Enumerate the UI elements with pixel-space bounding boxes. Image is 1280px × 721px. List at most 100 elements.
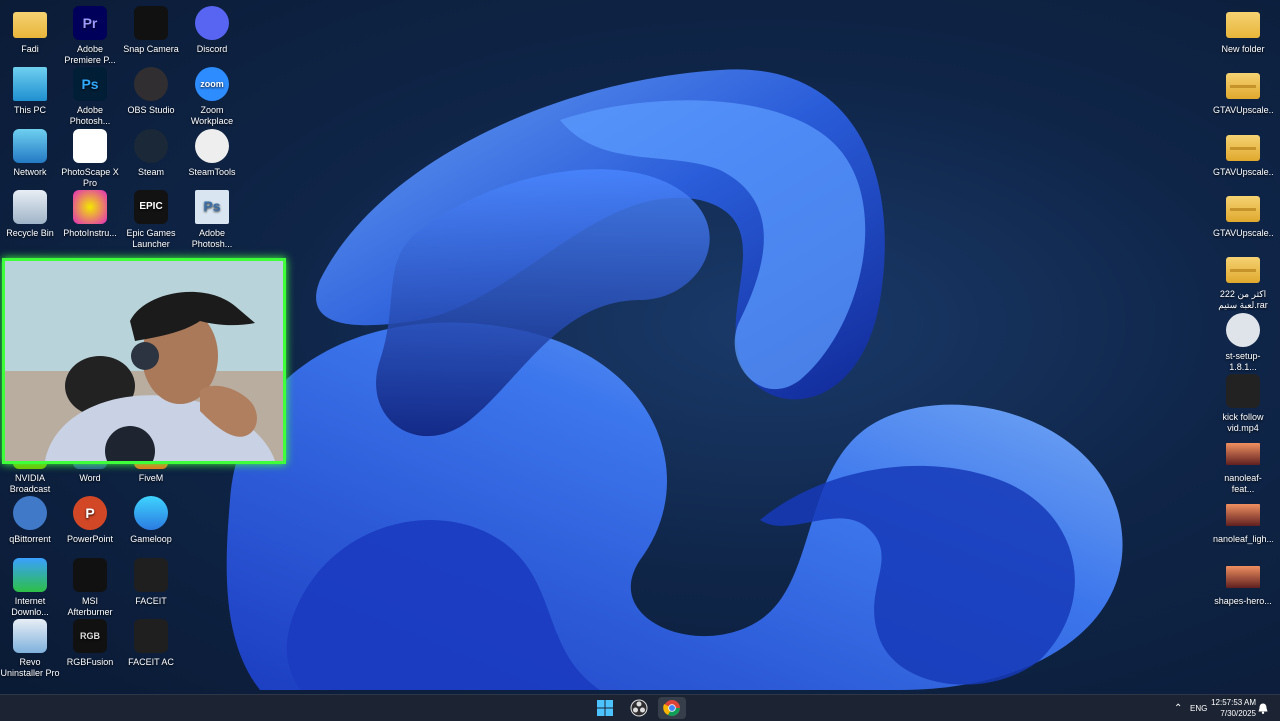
desktop-icon-image-file[interactable]: nanoleaf-feat...	[1213, 435, 1273, 495]
desktop-icon-label: Epic Games Launcher	[126, 227, 176, 249]
snap-camera-icon	[134, 6, 168, 40]
desktop-icon-label: Internet Downlo...	[11, 595, 49, 617]
desktop-icon-label: PowerPoint	[66, 534, 114, 545]
faceit-icon	[134, 557, 168, 592]
idm-icon	[13, 557, 47, 592]
zip-folder-icon	[1226, 73, 1260, 100]
webcam-person-illustration	[5, 261, 283, 461]
desktop-icon-photoinstrument[interactable]: PhotoInstru...	[60, 189, 120, 239]
taskbar-chrome-button[interactable]	[658, 697, 686, 719]
photoshop-file-icon: Ps	[195, 189, 229, 224]
desktop-icon-label: Network	[13, 166, 47, 177]
tray-overflow-chevron[interactable]: ⌃	[1174, 695, 1182, 721]
taskbar: ⌃ ENG 12:57:53 AM 7/30/2025	[0, 694, 1280, 721]
desktop-icon-label: Steam	[137, 166, 164, 177]
desktop-icon-label: SteamTools	[188, 166, 236, 177]
desktop-icon-video-file[interactable]: kick follow vid.mp4	[1213, 373, 1273, 434]
desktop-icon-label: PhotoInstru...	[63, 227, 117, 238]
zip-folder-icon	[1226, 195, 1260, 222]
desktop-icon-label: st-setup-1.8.1...	[1225, 350, 1261, 372]
desktop-icon-label: GTAVUpscale...	[1213, 227, 1273, 238]
desktop-icon-qbittorrent[interactable]: qBittorrent	[0, 496, 60, 545]
desktop-icon-obs[interactable]: OBS Studio	[121, 67, 181, 116]
desktop-icon-zip-folder[interactable]: GTAVUpscale...	[1213, 190, 1273, 239]
desktop-icon-rgbfusion[interactable]: RGB RGBFusion	[60, 619, 120, 668]
desktop-icon-label: Word	[79, 473, 101, 484]
epic-games-icon: EPIC	[134, 189, 168, 224]
desktop-icon-zip-folder[interactable]: GTAVUpscale...	[1213, 67, 1273, 116]
desktop-icon-label: FiveM	[138, 473, 164, 484]
steamtools-icon	[195, 128, 229, 163]
desktop-icon-zip-folder[interactable]: GTAVUpscale...	[1213, 129, 1273, 178]
desktop-icon-label: NVIDIA Broadcast	[9, 473, 51, 495]
bell-icon	[1258, 703, 1268, 714]
desktop-icon-label: Fadi	[21, 44, 39, 54]
clock[interactable]: 12:57:53 AM 7/30/2025	[1211, 697, 1256, 719]
desktop-icon-label: اكثر من 222 لعبة ستيم.rar	[1218, 289, 1268, 311]
desktop-icon-label: nanoleaf-feat...	[1224, 473, 1262, 495]
clock-time: 12:57:53 AM	[1211, 698, 1256, 707]
desktop-icon-label: Snap Camera	[123, 44, 179, 54]
desktop-icon-label: Adobe Photosh...	[191, 227, 233, 249]
desktop-icon-epic-games[interactable]: EPIC Epic Games Launcher	[121, 189, 181, 250]
qbittorrent-icon	[13, 496, 47, 531]
desktop-icon-label: Gameloop	[130, 534, 172, 545]
desktop-icon-faceit[interactable]: FACEIT	[121, 557, 181, 607]
desktop-icon-user-folder[interactable]: Fadi	[0, 6, 60, 55]
desktop-icon-image-file[interactable]: nanoleaf_ligh...	[1213, 496, 1273, 545]
desktop-icon-label: Revo Uninstaller Pro	[0, 657, 60, 678]
desktop-icon-network[interactable]: Network	[0, 128, 60, 178]
desktop-icon-label: Recycle Bin	[6, 227, 54, 238]
desktop-icon-discord[interactable]: Discord	[182, 6, 242, 55]
desktop-icon-label: This PC	[13, 105, 46, 116]
desktop-icon-photoshop[interactable]: Ps Adobe Photosh...	[60, 67, 120, 127]
desktop-icon-idm[interactable]: Internet Downlo...	[0, 557, 60, 618]
desktop-icon-faceit-ac[interactable]: FACEIT AC	[121, 619, 181, 668]
desktop-icon-label: kick follow vid.mp4	[1222, 411, 1264, 433]
zip-folder-icon	[1226, 134, 1260, 161]
steam-setup-icon	[1226, 312, 1260, 347]
rar-icon	[1226, 257, 1260, 284]
desktop-icon-folder[interactable]: New folder	[1213, 6, 1273, 55]
desktop-icon-photoshop-file[interactable]: Ps Adobe Photosh...	[182, 189, 242, 250]
desktop-icon-powerpoint[interactable]: P PowerPoint	[60, 496, 120, 545]
faceit-ac-icon	[134, 619, 168, 653]
taskbar-obs-button[interactable]	[625, 697, 653, 719]
image-file-icon	[1226, 504, 1260, 527]
start-button[interactable]	[591, 697, 619, 719]
language-indicator[interactable]: ENG	[1190, 695, 1207, 721]
desktop-icon-msi-afterburner[interactable]: MSI Afterburner	[60, 557, 120, 618]
desktop-icon-premiere[interactable]: Pr Adobe Premiere P...	[60, 6, 120, 66]
user-folder-icon	[13, 12, 47, 38]
desktop-icon-label: New folder	[1221, 44, 1265, 54]
chevron-up-icon: ⌃	[1174, 702, 1183, 714]
image-file-icon	[1226, 565, 1260, 588]
windows-logo-icon	[597, 700, 613, 716]
msi-afterburner-icon	[73, 557, 107, 592]
desktop-icon-steam[interactable]: Steam	[121, 128, 181, 178]
desktop-icon-steamtools[interactable]: SteamTools	[182, 128, 242, 178]
desktop-icon-zoom[interactable]: zoom Zoom Workplace	[182, 67, 242, 127]
desktop-icon-label: Adobe Photosh...	[69, 105, 111, 127]
desktop-icon-gameloop[interactable]: Gameloop	[121, 496, 181, 545]
desktop-icon-label: PhotoScape X Pro	[61, 166, 119, 188]
desktop-icon-revo[interactable]: Revo Uninstaller Pro	[0, 619, 60, 679]
obs-icon	[134, 67, 168, 102]
desktop-icon-label: RGBFusion	[66, 657, 114, 667]
desktop-icon-monitor[interactable]: This PC	[0, 67, 60, 116]
powerpoint-icon: P	[73, 496, 107, 531]
desktop-icon-rar[interactable]: اكثر من 222 لعبة ستيم.rar	[1213, 251, 1273, 311]
discord-icon	[195, 6, 229, 40]
desktop-icon-image-file[interactable]: shapes-hero...	[1213, 558, 1273, 607]
desktop-icon-recycle-bin[interactable]: Recycle Bin	[0, 189, 60, 239]
desktop-icon-label: OBS Studio	[127, 105, 175, 116]
desktop-icon-steam-setup[interactable]: st-setup-1.8.1...	[1213, 312, 1273, 373]
desktop-icon-photoscape[interactable]: PhotoScape X Pro	[60, 128, 120, 189]
video-file-icon	[1226, 373, 1260, 408]
zoom-icon: zoom	[195, 67, 229, 102]
notification-button[interactable]	[1258, 695, 1268, 721]
desktop-icon-label: FACEIT	[135, 595, 167, 606]
desktop-icon-snap-camera[interactable]: Snap Camera	[121, 6, 181, 55]
desktop-icon-label: Zoom Workplace	[190, 105, 234, 127]
gameloop-icon	[134, 496, 168, 531]
